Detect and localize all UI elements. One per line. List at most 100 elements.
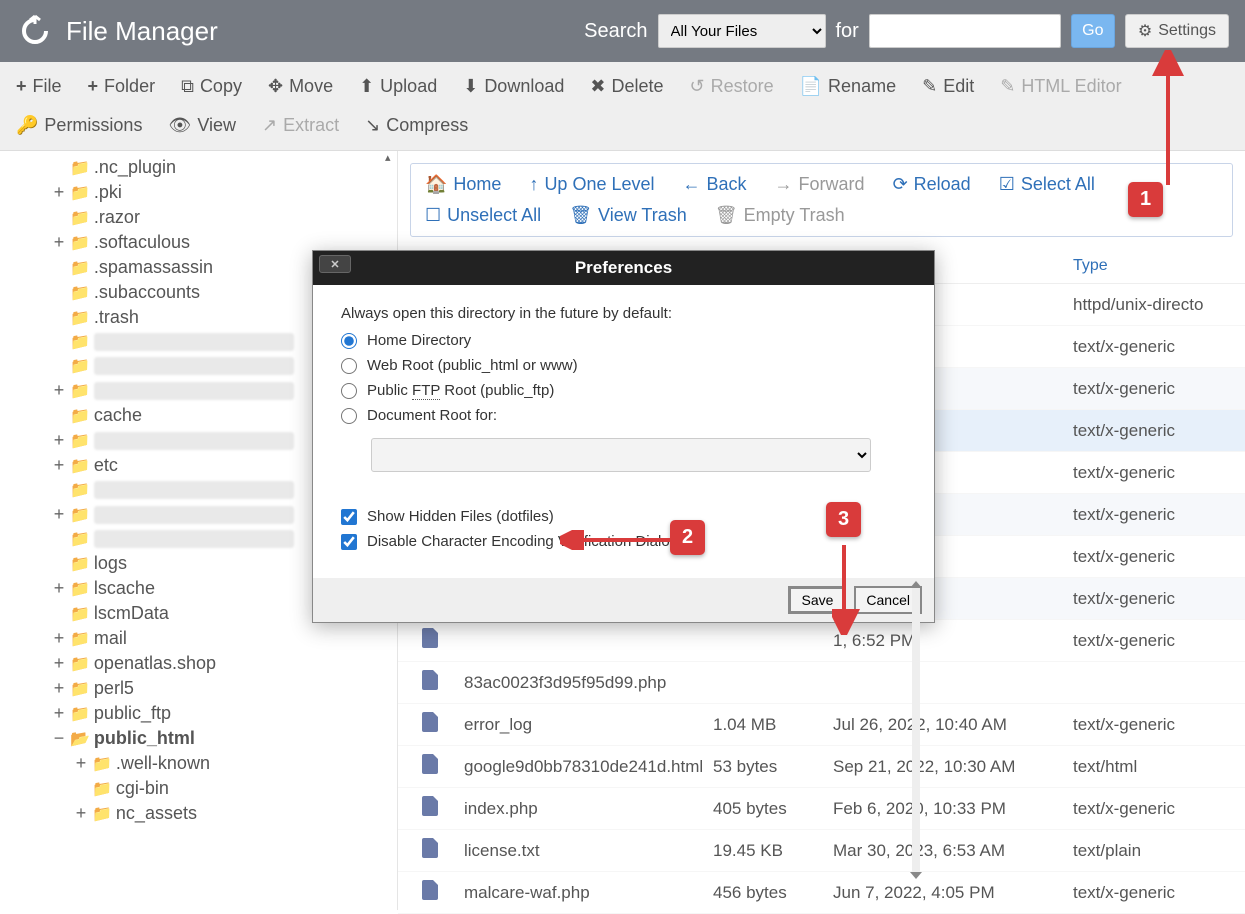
- gear-icon: ⚙: [1138, 21, 1152, 41]
- restore-button[interactable]: ↺Restore: [686, 70, 778, 103]
- dialog-scrollbar[interactable]: [912, 585, 920, 875]
- column-type[interactable]: Type: [1073, 257, 1233, 275]
- checkbox-disable-encoding[interactable]: Disable Character Encoding Verification …: [341, 533, 906, 550]
- tree-toggle-icon[interactable]: +: [74, 753, 88, 774]
- tree-toggle-icon[interactable]: +: [52, 628, 66, 649]
- tree-item[interactable]: +📁openatlas.shop: [6, 651, 391, 676]
- back-link[interactable]: ←Back: [683, 174, 747, 195]
- up-one-level-link[interactable]: ↑Up One Level: [529, 174, 654, 195]
- file-row[interactable]: error_log1.04 MBJul 26, 2022, 10:40 AMte…: [398, 704, 1245, 746]
- html-editor-button[interactable]: ✎HTML Editor: [996, 70, 1125, 103]
- tree-item[interactable]: +📁perl5: [6, 676, 391, 701]
- tree-toggle-icon[interactable]: +: [74, 803, 88, 824]
- checkbox-input[interactable]: [341, 534, 357, 550]
- tree-toggle-icon[interactable]: +: [52, 653, 66, 674]
- file-row[interactable]: 1, 6:52 PMtext/x-generic: [398, 620, 1245, 662]
- close-icon[interactable]: ✕: [319, 255, 351, 273]
- folder-icon: 📁: [92, 754, 112, 774]
- tree-toggle-icon[interactable]: +: [52, 455, 66, 476]
- search-scope-select[interactable]: All Your Files: [658, 14, 826, 48]
- select-all-link[interactable]: ☑Select All: [999, 174, 1095, 195]
- tree-toggle-icon[interactable]: +: [52, 380, 66, 401]
- tree-item[interactable]: +📁nc_assets: [6, 801, 391, 826]
- move-button[interactable]: ✥Move: [264, 70, 337, 103]
- tree-toggle-icon[interactable]: +: [52, 578, 66, 599]
- download-button[interactable]: ⬇Download: [459, 70, 568, 103]
- radio-web-root[interactable]: Web Root (public_html or www): [341, 357, 906, 374]
- radio-input[interactable]: [341, 383, 357, 399]
- empty-trash-link[interactable]: 🗑Empty Trash: [715, 205, 845, 226]
- save-button[interactable]: Save: [788, 586, 846, 614]
- tree-item[interactable]: 📁.nc_plugin: [6, 155, 391, 180]
- document-root-select[interactable]: [371, 438, 871, 472]
- rename-button[interactable]: 📄Rename: [796, 70, 900, 103]
- file-row[interactable]: index.php405 bytesFeb 6, 2020, 10:33 PMt…: [398, 788, 1245, 830]
- tree-label: mail: [94, 628, 127, 649]
- file-type: text/x-generic: [1073, 883, 1233, 903]
- extract-button[interactable]: ↗Extract: [258, 109, 343, 142]
- file-name: 83ac0023f3d95f95d99.php: [464, 673, 713, 693]
- tree-item[interactable]: +📁mail: [6, 626, 391, 651]
- home-link[interactable]: 🏠Home: [425, 174, 501, 195]
- go-button[interactable]: Go: [1071, 14, 1115, 48]
- file-row[interactable]: license.txt19.45 KBMar 30, 2023, 6:53 AM…: [398, 830, 1245, 872]
- tree-item[interactable]: +📁.well-known: [6, 751, 391, 776]
- radio-ftp-root[interactable]: Public FTP Root (public_ftp): [341, 382, 906, 399]
- radio-document-root[interactable]: Document Root for:: [341, 407, 906, 424]
- file-icon: [422, 628, 450, 653]
- file-size: 456 bytes: [713, 883, 833, 903]
- scroll-up-icon[interactable]: ▴: [385, 151, 395, 164]
- file-row[interactable]: malcare-waf.php456 bytesJun 7, 2022, 4:0…: [398, 872, 1245, 914]
- permissions-button[interactable]: 🔑Permissions: [12, 109, 146, 142]
- dialog-footer: Save Cancel: [313, 578, 934, 622]
- delete-button[interactable]: ✖Delete: [586, 70, 667, 103]
- file-type: text/x-generic: [1073, 505, 1233, 525]
- view-button[interactable]: 👁View: [164, 109, 240, 142]
- folder-icon: 📁: [70, 431, 90, 451]
- upload-button[interactable]: ⬆Upload: [355, 70, 441, 103]
- tree-label: cgi-bin: [116, 778, 169, 799]
- radio-input[interactable]: [341, 408, 357, 424]
- file-row[interactable]: google9d0bb78310de241d.html53 bytesSep 2…: [398, 746, 1245, 788]
- tree-toggle-icon[interactable]: −: [52, 728, 66, 749]
- view-trash-link[interactable]: 🗑View Trash: [569, 205, 687, 226]
- tree-toggle-icon[interactable]: +: [52, 232, 66, 253]
- tree-toggle-icon[interactable]: +: [52, 703, 66, 724]
- reload-link[interactable]: ⟳Reload: [893, 174, 971, 195]
- upload-icon: ⬆: [359, 76, 374, 97]
- tree-label: logs: [94, 553, 127, 574]
- folder-icon: 📁: [70, 308, 90, 328]
- file-type: text/x-generic: [1073, 463, 1233, 483]
- unselect-all-link[interactable]: ☐Unselect All: [425, 205, 541, 226]
- tree-label: cache: [94, 405, 142, 426]
- checkbox-input[interactable]: [341, 509, 357, 525]
- copy-button[interactable]: ⧉Copy: [177, 70, 246, 103]
- tree-toggle-icon[interactable]: +: [52, 504, 66, 525]
- folder-button[interactable]: +Folder: [84, 70, 160, 103]
- radio-input[interactable]: [341, 358, 357, 374]
- tree-toggle-icon[interactable]: +: [52, 182, 66, 203]
- for-label: for: [836, 20, 859, 43]
- tree-item[interactable]: +📁.pki: [6, 180, 391, 205]
- compress-button[interactable]: ↘Compress: [361, 109, 472, 142]
- folder-icon: 📁: [92, 779, 112, 799]
- tree-item[interactable]: 📁.razor: [6, 205, 391, 230]
- file-type: text/html: [1073, 757, 1233, 777]
- tree-item[interactable]: −📂public_html: [6, 726, 391, 751]
- edit-button[interactable]: ✎Edit: [918, 70, 978, 103]
- restore-icon: ↺: [690, 76, 705, 97]
- tree-item[interactable]: 📁cgi-bin: [6, 776, 391, 801]
- settings-button[interactable]: ⚙ Settings: [1125, 14, 1229, 48]
- redacted-label: [94, 432, 294, 450]
- radio-home-directory[interactable]: Home Directory: [341, 332, 906, 349]
- tree-toggle-icon[interactable]: +: [52, 430, 66, 451]
- search-input[interactable]: [869, 14, 1061, 48]
- forward-link[interactable]: →Forward: [775, 174, 865, 195]
- file-button[interactable]: +File: [12, 70, 66, 103]
- checkbox-show-hidden[interactable]: Show Hidden Files (dotfiles): [341, 508, 906, 525]
- radio-input[interactable]: [341, 333, 357, 349]
- plus-icon: +: [88, 76, 99, 97]
- file-row[interactable]: 83ac0023f3d95f95d99.php: [398, 662, 1245, 704]
- tree-toggle-icon[interactable]: +: [52, 678, 66, 699]
- tree-item[interactable]: +📁public_ftp: [6, 701, 391, 726]
